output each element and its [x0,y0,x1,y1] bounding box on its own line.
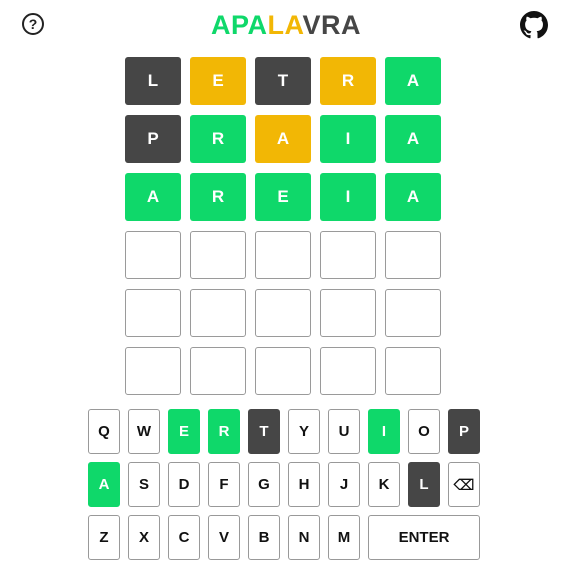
title-letter: V [302,10,322,40]
board-tile: R [190,115,246,163]
title-letter: A [284,10,303,40]
key-b[interactable]: B [248,515,280,560]
board-tile [255,289,311,337]
board-tile [125,289,181,337]
key-o[interactable]: O [408,409,440,454]
key-t[interactable]: T [248,409,280,454]
key-r[interactable]: R [208,409,240,454]
board-tile [190,231,246,279]
board-tile [125,347,181,395]
board-tile [385,289,441,337]
key-j[interactable]: J [328,462,360,507]
title-letter: A [341,10,362,40]
board-tile: T [255,57,311,105]
board-row: PRAIA [125,115,441,163]
key-i[interactable]: I [368,409,400,454]
keyboard-row: A S D F G H J K L ⌫ [88,462,480,507]
board-tile [255,231,311,279]
board-row [125,289,441,337]
key-f[interactable]: F [208,462,240,507]
enter-key[interactable]: ENTER [368,515,480,560]
board-tile [320,289,376,337]
key-m[interactable]: M [328,515,360,560]
key-k[interactable]: K [368,462,400,507]
header: ? APALAVRA [0,0,572,52]
key-d[interactable]: D [168,462,200,507]
board-tile: R [190,173,246,221]
key-s[interactable]: S [128,462,160,507]
board-tile [125,231,181,279]
keyboard-row: QWERTYUIOP [88,409,480,454]
key-g[interactable]: G [248,462,280,507]
board-tile [385,347,441,395]
title-letter: P [230,10,248,40]
key-h[interactable]: H [288,462,320,507]
board-tile [385,231,441,279]
board-tile: I [320,115,376,163]
github-icon[interactable] [520,11,548,39]
board-row: LETRA [125,57,441,105]
key-n[interactable]: N [288,515,320,560]
board-tile: L [125,57,181,105]
board-tile: A [385,57,441,105]
game-board: LETRAPRAIAAREIA [125,57,441,405]
title-letter: L [267,10,285,40]
board-tile: E [255,173,311,221]
board-tile [190,347,246,395]
title-letter: A [210,10,231,40]
key-l[interactable]: L [408,462,440,507]
page-title: APALAVRA [0,10,572,41]
backspace-key[interactable]: ⌫ [448,462,480,507]
board-tile: A [125,173,181,221]
key-v[interactable]: V [208,515,240,560]
key-q[interactable]: Q [88,409,120,454]
key-e[interactable]: E [168,409,200,454]
key-x[interactable]: X [128,515,160,560]
key-a[interactable]: A [88,462,120,507]
board-tile: A [385,173,441,221]
title-letter: A [247,10,268,40]
board-row: AREIA [125,173,441,221]
board-tile: A [385,115,441,163]
key-p[interactable]: P [448,409,480,454]
board-tile [320,347,376,395]
board-tile: E [190,57,246,105]
board-tile [320,231,376,279]
keyboard-row: Z X C V B N M ENTER [88,515,480,560]
board-tile: P [125,115,181,163]
on-screen-keyboard: Q W E R T Y U I O P A S D F G H J K L ⌫ Z X C V B N M ENTER [88,409,480,568]
key-w[interactable]: W [128,409,160,454]
key-c[interactable]: C [168,515,200,560]
board-tile: I [320,173,376,221]
board-tile [255,347,311,395]
board-tile: R [320,57,376,105]
key-z[interactable]: Z [88,515,120,560]
board-row [125,231,441,279]
title-letter: R [321,10,342,40]
key-y[interactable]: Y [288,409,320,454]
key-u[interactable]: U [328,409,360,454]
board-tile: A [255,115,311,163]
board-row [125,347,441,395]
board-tile [190,289,246,337]
